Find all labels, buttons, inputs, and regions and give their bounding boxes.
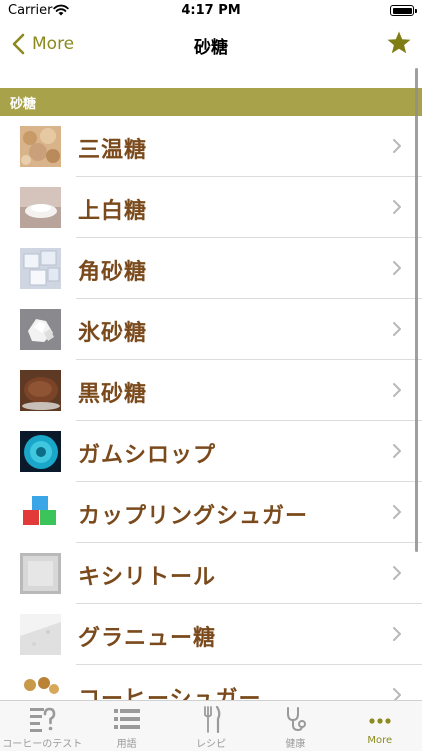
joohakutou-photo (20, 187, 61, 228)
section-header: 砂糖 (0, 88, 422, 116)
scrollbar[interactable] (415, 68, 418, 552)
item-label: グラニュー糖 (78, 626, 217, 651)
list-item[interactable]: グラニュー糖 (0, 604, 422, 665)
xylitol-photo (20, 553, 61, 594)
stethoscope-icon (287, 707, 307, 732)
list-item[interactable]: 上白糖 (0, 177, 422, 238)
sugar-list: 三温糖 上白糖 角砂糖 氷砂糖 黒砂糖 ガムシロップ カップリングシュガー キシ… (0, 116, 422, 700)
gum-syrup-photo (20, 431, 61, 472)
list-item[interactable]: ガムシロップ (0, 421, 422, 482)
tab-coffee-test[interactable]: コーヒーのテスト (0, 701, 84, 751)
list-item[interactable]: コーヒーシュガー (0, 665, 422, 700)
item-label: コーヒーシュガー (78, 687, 262, 700)
section-title: 砂糖 (10, 97, 37, 112)
chevron-right-icon (393, 261, 401, 275)
page-title: 砂糖 (194, 38, 228, 58)
list-item[interactable]: カップリングシュガー (0, 482, 422, 543)
quiz-icon (30, 707, 56, 732)
chevron-right-icon (393, 566, 401, 580)
tab-recipes[interactable]: レシピ (169, 701, 253, 751)
chevron-right-icon (393, 139, 401, 153)
item-label: ガムシロップ (78, 443, 217, 468)
chevron-right-icon (393, 627, 401, 641)
sanontou-photo (20, 126, 61, 167)
list-item[interactable]: キシリトール (0, 543, 422, 604)
chevron-left-icon (12, 33, 25, 55)
list-item[interactable]: 黒砂糖 (0, 360, 422, 421)
list-item[interactable]: 氷砂糖 (0, 299, 422, 360)
item-label: キシリトール (78, 565, 217, 590)
item-label: 三温糖 (78, 138, 148, 163)
back-button-label: More (32, 34, 75, 54)
tab-glossary[interactable]: 用語 (84, 701, 168, 751)
list-icon (113, 709, 140, 729)
fork-knife-icon (204, 705, 221, 733)
item-label: 上白糖 (78, 199, 148, 224)
more-dots-icon (369, 718, 391, 724)
chevron-right-icon (393, 200, 401, 214)
item-label: 氷砂糖 (78, 321, 148, 346)
granulated-sugar-photo (20, 614, 61, 655)
item-label: カップリングシュガー (78, 504, 309, 529)
chevron-right-icon (393, 383, 401, 397)
tab-label: コーヒーのテスト (2, 739, 83, 750)
battery-icon (390, 5, 417, 16)
rock-sugar-photo (20, 309, 61, 350)
list-item[interactable]: 角砂糖 (0, 238, 422, 299)
coffee-sugar-photo (20, 675, 61, 700)
tab-more[interactable]: More (338, 701, 422, 751)
coupling-sugar-photo (20, 492, 61, 533)
list-item[interactable]: 三温糖 (0, 116, 422, 177)
chevron-right-icon (393, 505, 401, 519)
sugar-cube-photo (20, 248, 61, 289)
chevron-right-icon (393, 322, 401, 336)
tab-label: 健康 (285, 739, 306, 750)
navigation-bar: More 砂糖 (0, 24, 422, 64)
tab-label: More (367, 735, 393, 746)
tab-bar: コーヒーのテスト 用語 レシピ 健康 More (0, 700, 422, 751)
clock: 4:17 PM (181, 3, 241, 18)
chevron-right-icon (393, 688, 401, 700)
item-label: 黒砂糖 (78, 382, 148, 407)
brown-sugar-photo (20, 370, 61, 411)
tab-label: 用語 (116, 739, 137, 750)
back-button[interactable]: More (10, 30, 74, 58)
star-icon[interactable] (386, 30, 412, 56)
tab-label: レシピ (196, 739, 227, 750)
tab-health[interactable]: 健康 (253, 701, 337, 751)
item-label: 角砂糖 (78, 260, 148, 285)
chevron-right-icon (393, 444, 401, 458)
status-bar: Carrier 4:17 PM (0, 0, 422, 24)
